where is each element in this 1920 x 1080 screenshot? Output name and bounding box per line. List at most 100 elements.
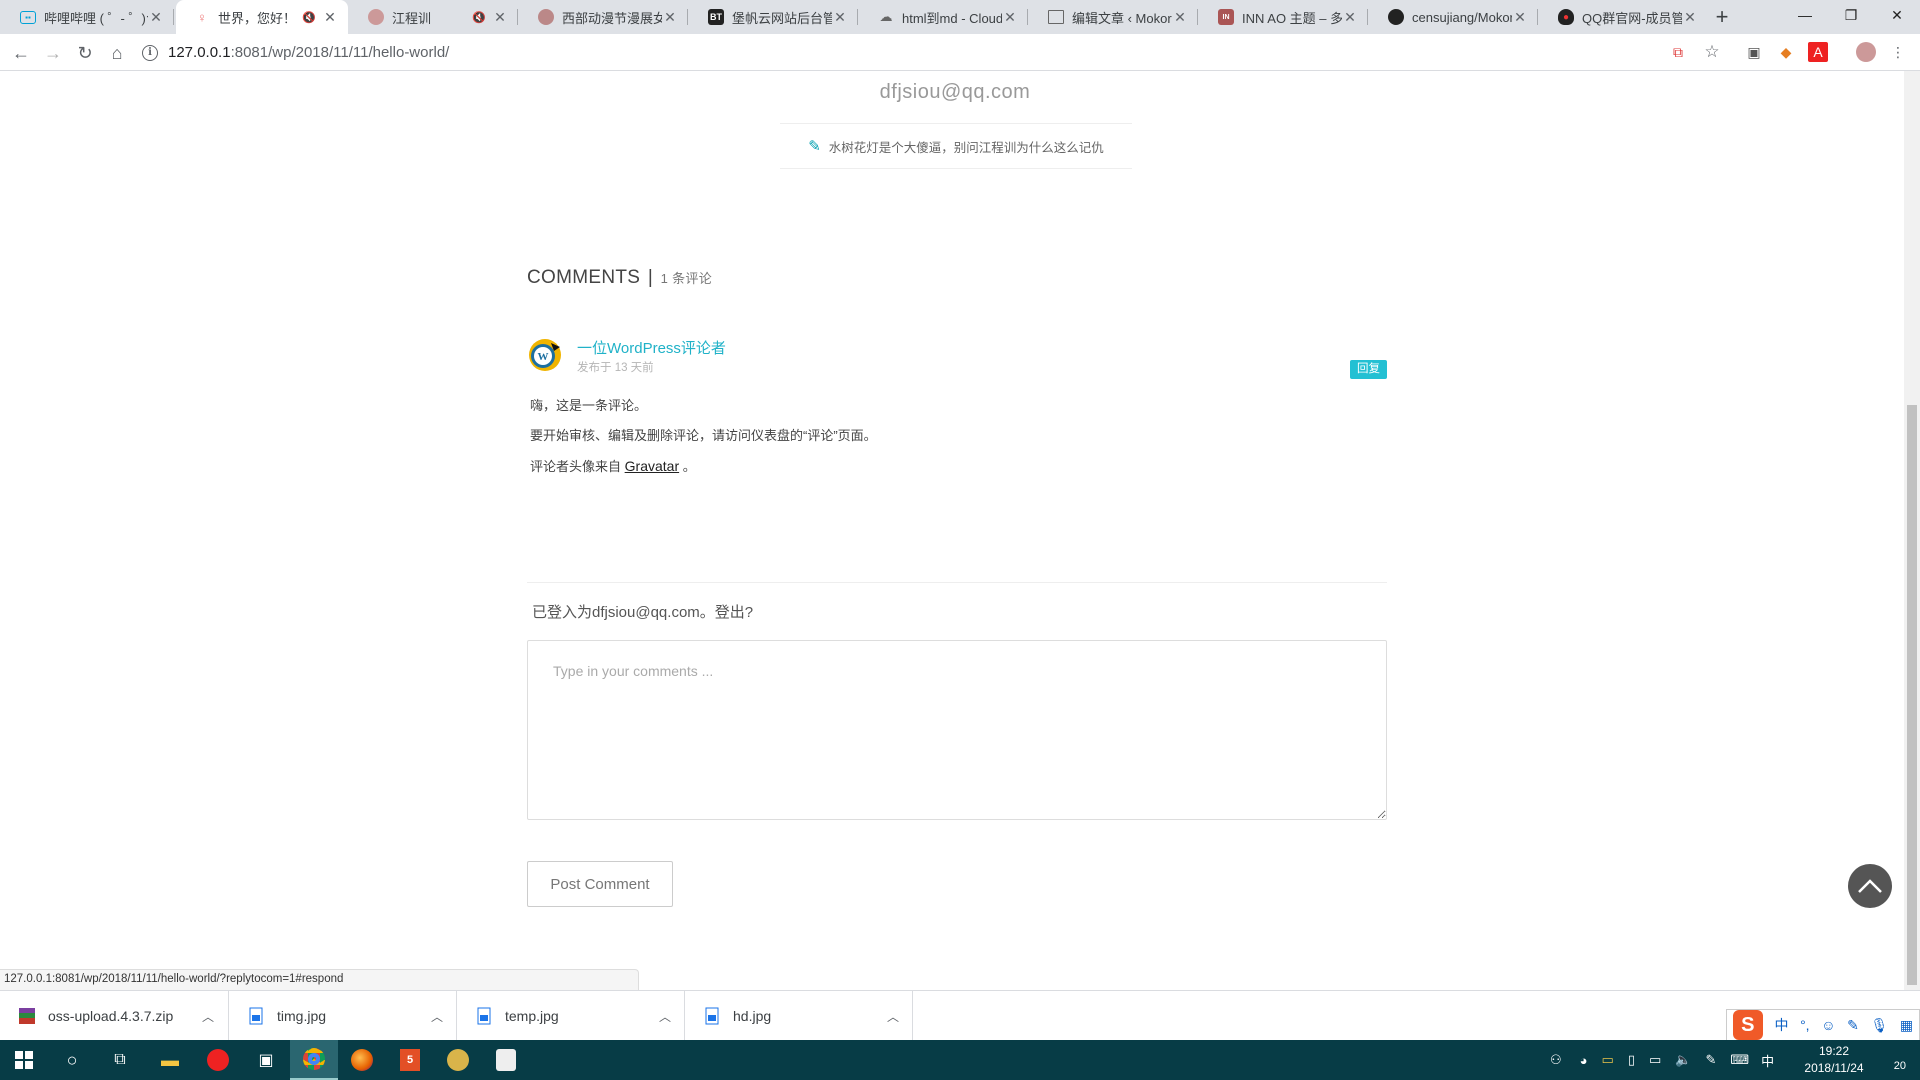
download-item[interactable]: timg.jpg ︿ (229, 991, 457, 1041)
tab-edit-post[interactable]: 编辑文章 ‹ Mokore ✕ (1030, 0, 1198, 34)
comment-body: 嗨，这是一条评论。 要开始审核、编辑及删除评论，请访问仪表盘的“评论”页面。 评… (530, 391, 877, 482)
search-circle-icon[interactable]: ○ (48, 1040, 96, 1080)
tab-jiangchengxun[interactable]: 江程训 🔇 ✕ (350, 0, 518, 34)
close-icon[interactable]: ✕ (832, 9, 848, 26)
url-text[interactable]: 127.0.0.1:8081/wp/2018/11/11/hello-world… (168, 44, 449, 61)
grid-icon[interactable]: ▦ (1900, 1017, 1913, 1034)
chevron-up-icon[interactable]: ︿ (883, 1008, 903, 1025)
qq-tray-icon[interactable]: ◕ (1580, 1053, 1588, 1068)
chrome-icon[interactable] (290, 1040, 338, 1080)
close-window-button[interactable]: ✕ (1874, 0, 1920, 30)
microphone-icon[interactable]: 🎙 (1870, 1017, 1888, 1034)
people-icon[interactable]: ⚇ (1550, 1052, 1562, 1068)
scrollbar-thumb[interactable] (1907, 405, 1917, 985)
ime-language[interactable]: 中 (1774, 1015, 1788, 1035)
close-icon[interactable]: ✕ (148, 9, 164, 26)
comment-author-link[interactable]: 一位WordPress评论者 (577, 337, 726, 358)
new-tab-button[interactable]: + (1709, 4, 1735, 30)
tab-hello-world[interactable]: ♀ 世界，您好！ - Mokore 🔇 ✕ (176, 0, 348, 34)
avatar-icon (538, 9, 554, 25)
bookmark-star-icon[interactable]: ☆ (1702, 42, 1722, 62)
usb-icon[interactable]: ▯ (1628, 1052, 1635, 1068)
chevron-up-icon[interactable]: ︿ (427, 1008, 447, 1025)
pen-tray-icon[interactable]: ✎ (1705, 1052, 1716, 1068)
logged-in-text[interactable]: 已登入为dfjsiou@qq.com。登出? (532, 601, 753, 622)
tab-title: 编辑文章 ‹ Mokore (1072, 10, 1172, 26)
task-view-icon[interactable]: ⧉ (96, 1040, 144, 1080)
address-bar[interactable]: i 127.0.0.1:8081/wp/2018/11/11/hello-wor… (142, 38, 1704, 67)
system-tray: ⚇ ◕ ▭ ▯ ▭ 🔈 ✎ ⌨ 中 (1550, 1040, 1774, 1080)
pen-icon[interactable]: ✎ (1847, 1017, 1859, 1034)
tab-cloudconvert[interactable]: ☁ html到md - CloudConvert ✕ (860, 0, 1028, 34)
tab-title: INN AO 主题 – 多功能 (1242, 10, 1342, 26)
mute-icon[interactable]: 🔇 (472, 11, 486, 24)
metamask-icon[interactable]: ◆ (1776, 42, 1796, 62)
close-icon[interactable]: ✕ (1172, 9, 1188, 26)
comments-heading: COMMENTS | 1 条评论 (527, 267, 713, 288)
minimize-button[interactable]: — (1782, 0, 1828, 30)
notification-center-icon[interactable]: 20 (1880, 1048, 1906, 1072)
image-file-icon (703, 1007, 721, 1025)
ime-toolbar[interactable]: S 中 °, ☺ ✎ 🎙 ▦ (1726, 1009, 1920, 1041)
download-item[interactable]: temp.jpg ︿ (457, 991, 685, 1041)
forward-button[interactable]: → (40, 40, 66, 66)
back-button[interactable]: ← (8, 40, 34, 66)
sogou-ime-icon[interactable]: S (1732, 1010, 1763, 1040)
network-icon[interactable]: ▭ (1649, 1052, 1661, 1068)
tab-bt-panel[interactable]: BT 堡帆云网站后台管理 ✕ (690, 0, 858, 34)
back-to-top-button[interactable] (1848, 864, 1892, 908)
comment-textarea[interactable] (527, 640, 1387, 820)
comment-item: W 一位WordPress评论者 发布于 13 天前 回复 嗨，这是一条评论。 … (527, 333, 1387, 583)
bilibili-app-icon[interactable]: ▣ (242, 1040, 290, 1080)
app-coin-icon[interactable] (434, 1040, 482, 1080)
tab-github[interactable]: censujiang/Mokore ✕ (1370, 0, 1538, 34)
author-bio-text: 水树花灯是个大傻逼，别问江程训为什么这么记仇 (828, 140, 1104, 155)
close-icon[interactable]: ✕ (1682, 9, 1698, 26)
drive-icon[interactable]: ▭ (1602, 1052, 1614, 1068)
file-explorer-icon[interactable]: ▬ (146, 1040, 194, 1080)
close-icon[interactable]: ✕ (492, 9, 508, 26)
firefox-icon[interactable] (338, 1040, 386, 1080)
ime-tray-language[interactable]: 中 (1761, 1051, 1774, 1070)
pdf-extension-icon[interactable]: A (1808, 42, 1828, 62)
tab-inn-ao[interactable]: IN INN AO 主题 – 多功能 ✕ (1200, 0, 1368, 34)
netease-music-icon[interactable] (194, 1040, 242, 1080)
restore-button[interactable]: ❐ (1828, 0, 1874, 30)
home-button[interactable]: ⌂ (104, 40, 130, 66)
info-icon[interactable]: i (142, 44, 158, 61)
ime-punctuation[interactable]: °, (1800, 1017, 1810, 1033)
close-icon[interactable]: ✕ (662, 9, 678, 26)
bt-icon: BT (708, 9, 724, 25)
close-icon[interactable]: ✕ (1512, 9, 1528, 26)
tab-title: 哔哩哔哩 ( ゜- ゜)つロ 干杯~ (44, 10, 148, 26)
post-comment-button[interactable]: Post Comment (527, 861, 673, 907)
chevron-up-icon[interactable]: ︿ (655, 1008, 675, 1025)
tab-bilibili[interactable]: ▪▪ 哔哩哔哩 ( ゜- ゜)つロ 干杯~ ✕ (2, 0, 174, 34)
emoji-icon[interactable]: ☺ (1821, 1017, 1835, 1033)
download-item[interactable]: hd.jpg ︿ (685, 991, 913, 1041)
extension-icon[interactable]: ▣ (1744, 42, 1764, 62)
profile-avatar-icon[interactable] (1856, 42, 1876, 62)
html5-icon[interactable]: 5 (386, 1040, 434, 1080)
volume-icon[interactable]: 🔈 (1675, 1052, 1691, 1068)
chevron-up-icon[interactable]: ︿ (198, 1008, 218, 1025)
reload-button[interactable]: ↻ (72, 40, 98, 66)
tab-comic-expo[interactable]: 西部动漫节漫展女装大佬 ✕ (520, 0, 688, 34)
tab-qq-group[interactable]: ● QQ群官网-成员管理 ✕ (1540, 0, 1708, 34)
pencil-icon: ✎ (808, 138, 821, 155)
translate-icon[interactable]: ⧉ (1668, 42, 1688, 62)
close-icon[interactable]: ✕ (322, 9, 338, 26)
download-item[interactable]: oss-upload.4.3.7.zip ︿ (0, 991, 229, 1041)
app-green-icon[interactable] (482, 1040, 530, 1080)
mute-icon[interactable]: 🔇 (302, 11, 316, 24)
close-icon[interactable]: ✕ (1342, 9, 1358, 26)
windows-start-icon[interactable] (0, 1040, 48, 1080)
bilibili-icon: ▪▪ (20, 10, 36, 24)
page-content: dfjsiou@qq.com ✎ 水树花灯是个大傻逼，别问江程训为什么这么记仇 … (0, 71, 1904, 990)
keyboard-icon[interactable]: ⌨ (1730, 1052, 1749, 1068)
close-icon[interactable]: ✕ (1002, 9, 1018, 26)
gravatar-link[interactable]: Gravatar (625, 458, 679, 474)
system-clock[interactable]: 19:22 2018/11/24 (1794, 1043, 1874, 1077)
reply-button[interactable]: 回复 (1350, 360, 1387, 379)
menu-icon[interactable]: ⋮ (1888, 42, 1908, 62)
